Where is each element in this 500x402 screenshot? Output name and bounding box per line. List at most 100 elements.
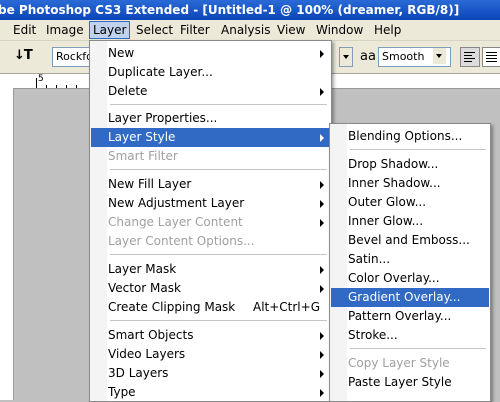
menu-layer[interactable]: Layer xyxy=(89,21,131,39)
chevron-down-icon[interactable] xyxy=(433,48,446,64)
menu-item-delete[interactable]: Delete xyxy=(91,82,330,101)
menu-item-copy-layer-style: Copy Layer Style xyxy=(331,354,489,373)
menu-item-satin[interactable]: Satin... xyxy=(331,250,489,269)
menu-item-label: Vector Mask xyxy=(108,281,181,295)
menu-help[interactable]: Help xyxy=(371,22,404,38)
submenu-arrow-icon xyxy=(320,134,324,142)
menu-item-label: New Fill Layer xyxy=(108,177,192,191)
menu-item-video-layers[interactable]: Video Layers xyxy=(91,345,330,364)
menu-item-label: Gradient Overlay... xyxy=(348,290,461,304)
menu-item-vector-mask[interactable]: Vector Mask xyxy=(91,279,330,298)
submenu-arrow-icon xyxy=(320,332,324,340)
menu-item-label: Layer Properties... xyxy=(108,111,218,125)
menu-item-type[interactable]: Type xyxy=(91,383,330,402)
submenu-arrow-icon xyxy=(320,285,324,293)
submenu-arrow-icon xyxy=(320,50,324,58)
window-titlebar: be Photoshop CS3 Extended - [Untitled-1 … xyxy=(0,0,500,20)
menu-item-pattern-overlay[interactable]: Pattern Overlay... xyxy=(331,307,489,326)
menu-item-outer-glow[interactable]: Outer Glow... xyxy=(331,193,489,212)
menu-separator xyxy=(350,149,486,150)
submenu-arrow-icon xyxy=(320,219,324,227)
menu-item-inner-shadow[interactable]: Inner Shadow... xyxy=(331,174,489,193)
menu-item-smart-filter: Smart Filter xyxy=(91,147,330,166)
window-title: be Photoshop CS3 Extended - [Untitled-1 … xyxy=(0,3,460,17)
menu-item-3d-layers[interactable]: 3D Layers xyxy=(91,364,330,383)
submenu-arrow-icon xyxy=(320,181,324,189)
menu-item-label: Paste Layer Style xyxy=(348,375,452,389)
menu-item-label: Create Clipping Mask xyxy=(108,300,236,314)
menu-item-new-adjustment-layer[interactable]: New Adjustment Layer xyxy=(91,194,330,213)
menu-item-label: New xyxy=(108,46,135,60)
menu-item-label: Layer Mask xyxy=(108,262,177,276)
menu-item-label: Color Overlay... xyxy=(348,271,440,285)
menu-item-label: Video Layers xyxy=(108,347,186,361)
submenu-arrow-icon xyxy=(320,370,324,378)
align-center-button[interactable] xyxy=(482,47,500,67)
menu-item-layer-style[interactable]: Layer Style xyxy=(91,128,330,147)
menu-image[interactable]: Image xyxy=(43,22,87,38)
menu-item-label: Outer Glow... xyxy=(348,195,427,209)
menu-item-color-overlay[interactable]: Color Overlay... xyxy=(331,269,489,288)
menu-analysis[interactable]: Analysis xyxy=(218,22,273,38)
menu-item-gradient-overlay[interactable]: Gradient Overlay... xyxy=(331,288,489,307)
menu-item-label: Stroke... xyxy=(348,328,398,342)
vertical-ruler xyxy=(0,88,14,400)
menu-item-label: Delete xyxy=(108,84,148,98)
menu-item-label: 3D Layers xyxy=(108,366,169,380)
menu-item-layer-content-options: Layer Content Options... xyxy=(91,232,330,251)
menu-item-layer-mask[interactable]: Layer Mask xyxy=(91,260,330,279)
menu-item-new-fill-layer[interactable]: New Fill Layer xyxy=(91,175,330,194)
align-left-button[interactable] xyxy=(460,47,480,67)
menu-separator xyxy=(110,104,327,105)
submenu-arrow-icon xyxy=(320,389,324,397)
menu-item-stroke[interactable]: Stroke... xyxy=(331,326,489,345)
menu-item-label: Layer Style xyxy=(108,130,176,144)
menu-item-label: Smart Objects xyxy=(108,328,194,342)
submenu-arrow-icon xyxy=(320,266,324,274)
menu-window[interactable]: Window xyxy=(313,22,366,38)
ruler-label: 5 xyxy=(38,74,44,84)
menu-item-smart-objects[interactable]: Smart Objects xyxy=(91,326,330,345)
menu-item-label: Type xyxy=(108,385,136,399)
menu-item-label: Inner Glow... xyxy=(348,214,424,228)
menu-item-label: Inner Shadow... xyxy=(348,176,441,190)
menu-item-change-layer-content: Change Layer Content xyxy=(91,213,330,232)
menu-separator xyxy=(110,320,327,321)
menu-select[interactable]: Select xyxy=(133,22,176,38)
menu-item-label: Blending Options... xyxy=(348,129,463,143)
font-family-field[interactable]: Rockfo xyxy=(52,47,93,67)
menu-item-label: Satin... xyxy=(348,252,391,266)
menu-item-label: Copy Layer Style xyxy=(348,356,450,370)
menu-item-label: Bevel and Emboss... xyxy=(348,233,470,247)
menu-item-layer-properties[interactable]: Layer Properties... xyxy=(91,109,330,128)
menu-item-create-clipping-mask[interactable]: Create Clipping Mask Alt+Ctrl+G xyxy=(91,298,330,317)
vertical-type-tool-icon[interactable]: ↓T xyxy=(14,48,33,63)
menu-edit[interactable]: Edit xyxy=(10,22,39,38)
layer-style-submenu: Blending Options... Drop Shadow... Inner… xyxy=(329,123,491,402)
menu-item-drop-shadow[interactable]: Drop Shadow... xyxy=(331,155,489,174)
menu-view[interactable]: View xyxy=(274,22,308,38)
submenu-arrow-icon xyxy=(320,200,324,208)
menu-filter[interactable]: Filter xyxy=(177,22,213,38)
menu-item-label: Drop Shadow... xyxy=(348,157,439,171)
menu-item-label: Smart Filter xyxy=(108,149,178,163)
menu-item-duplicate-layer[interactable]: Duplicate Layer... xyxy=(91,63,330,82)
menu-bar: Edit Image Layer Select Filter Analysis … xyxy=(0,20,500,41)
menu-separator xyxy=(110,169,327,170)
menu-item-new[interactable]: New xyxy=(91,44,330,63)
font-size-dropdown-icon[interactable] xyxy=(339,47,353,67)
menu-item-label: Layer Content Options... xyxy=(108,234,255,248)
menu-separator xyxy=(350,348,486,349)
menu-item-paste-layer-style[interactable]: Paste Layer Style xyxy=(331,373,489,392)
menu-item-blending-options[interactable]: Blending Options... xyxy=(331,127,489,146)
menu-item-label: Duplicate Layer... xyxy=(108,65,213,79)
menu-item-shortcut: Alt+Ctrl+G xyxy=(252,300,320,314)
submenu-arrow-icon xyxy=(320,88,324,96)
menu-item-bevel-and-emboss[interactable]: Bevel and Emboss... xyxy=(331,231,489,250)
submenu-arrow-icon xyxy=(320,351,324,359)
antialias-icon: aa xyxy=(360,49,376,64)
menu-item-label: Pattern Overlay... xyxy=(348,309,452,323)
menu-item-inner-glow[interactable]: Inner Glow... xyxy=(331,212,489,231)
menu-item-label: Change Layer Content xyxy=(108,215,243,229)
layer-menu: New Duplicate Layer... Delete Layer Prop… xyxy=(89,40,332,402)
